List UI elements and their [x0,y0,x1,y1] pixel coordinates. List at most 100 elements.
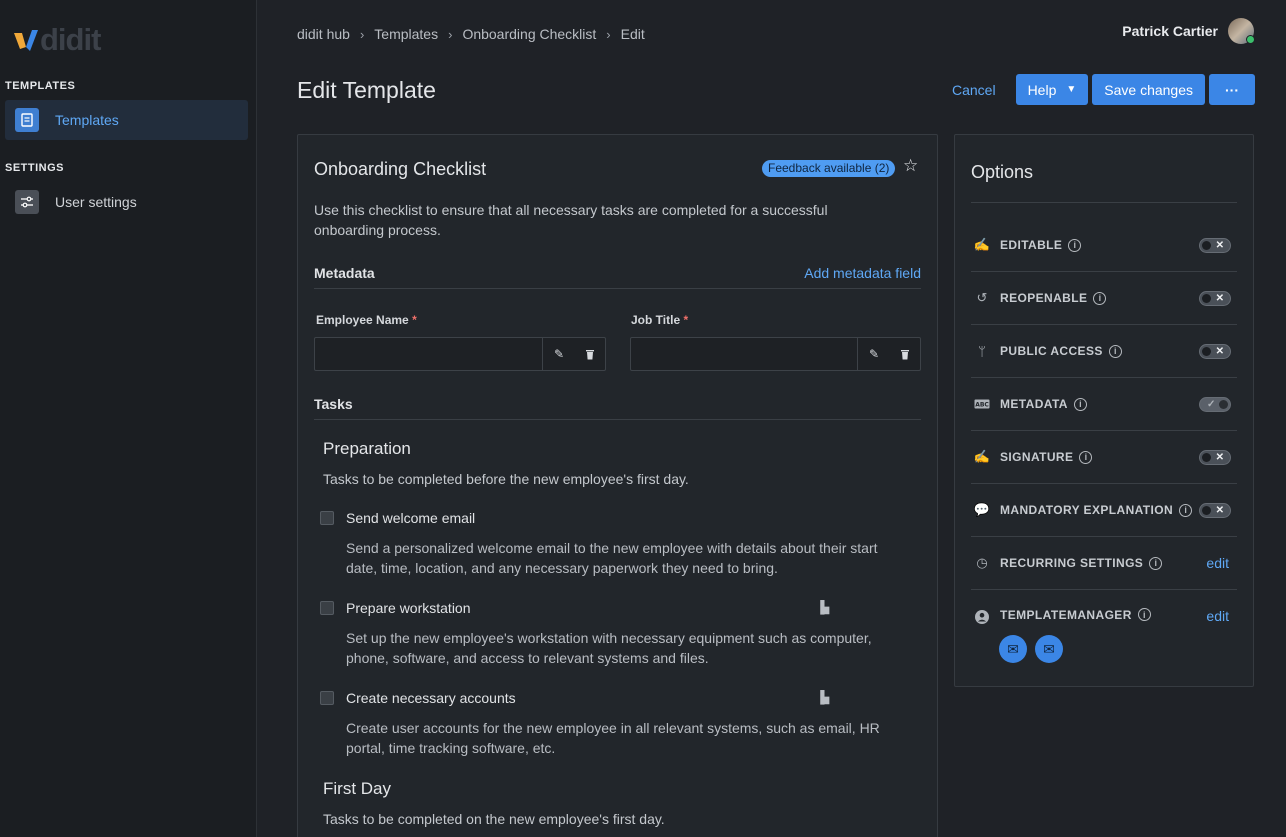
feedback-badge[interactable]: Feedback available (2) [762,160,896,177]
save-button[interactable]: Save changes [1092,74,1205,105]
task-group-title: Preparation [323,439,411,458]
option-mandatory-explanation: 💬 MANDATORY EXPLANATION i ✕ [971,484,1237,537]
task-item: Send welcome email Send a personalized w… [320,508,900,578]
sidebar-item-label: User settings [55,194,137,210]
task-checkbox[interactable] [320,511,334,525]
comment-icon: 💬 [973,502,991,517]
task-description: Create user accounts for the new employe… [346,720,880,756]
trash-icon[interactable] [575,338,605,370]
option-label: SIGNATURE [1000,450,1074,464]
info-icon[interactable]: i [1079,450,1093,464]
recurring-settings-edit-link[interactable]: edit [1206,555,1229,571]
more-button[interactable]: ··· [1209,74,1255,105]
signature-icon: ✍ [973,449,991,464]
field-label-text: Job Title [631,313,681,327]
templatemanager-edit-link[interactable]: edit [1206,608,1229,624]
employee-name-field: ✎ [314,337,606,371]
clock-icon: ◷ [976,555,988,570]
option-label: REOPENABLE [1000,291,1088,305]
task-name: Send welcome email [346,510,476,526]
task-group-description: Tasks to be completed on the new employe… [323,811,665,827]
template-title: Onboarding Checklist [314,159,487,179]
option-label: RECURRING SETTINGS [1000,556,1144,570]
breadcrumb-item[interactable]: Templates [374,26,438,42]
breadcrumb-item[interactable]: Onboarding Checklist [462,26,596,42]
metadata-heading: Metadata [314,265,375,281]
option-public-access: ᛘ PUBLIC ACCESS i ✕ [971,325,1237,378]
tasks-heading: Tasks [314,396,353,412]
pencil-icon[interactable]: ✎ [857,338,890,370]
signature-toggle[interactable]: ✕ [1199,449,1231,465]
avatar [1228,18,1255,44]
required-mark: * [683,313,689,327]
option-signature: ✍ SIGNATURE i ✕ [971,431,1237,484]
info-icon[interactable]: i [1179,503,1193,517]
field-label-text: Employee Name [316,313,409,327]
info-icon[interactable]: i [1149,556,1163,570]
task-group-description: Tasks to be completed before the new emp… [323,471,689,487]
job-title-field: ✎ [630,337,921,371]
option-recurring-settings: ◷ RECURRING SETTINGS i edit [971,537,1237,590]
breadcrumb-item[interactable]: didit hub [297,26,350,42]
chevron-right-icon: › [448,26,453,42]
info-icon[interactable]: i [1108,344,1122,358]
job-title-input[interactable] [631,338,857,370]
chevron-right-icon: › [606,26,611,42]
task-name: Create necessary accounts [346,690,516,706]
sidebar-section-templates: TEMPLATES [5,80,76,92]
info-icon[interactable]: i [1073,397,1087,411]
cancel-button[interactable]: Cancel [952,82,996,98]
public-access-toggle[interactable]: ✕ [1199,343,1231,359]
sidebar-item-templates[interactable]: Templates [5,100,248,140]
task-item: Create necessary accounts ▐▖ Create user… [320,688,900,758]
reopen-icon: ↺ [976,290,988,305]
info-icon[interactable]: i [1093,291,1107,305]
employee-name-input[interactable] [315,338,542,370]
breadcrumb-item-current: Edit [620,26,645,42]
abc-icon: ABC [973,395,991,413]
option-reopenable: ↺ REOPENABLE i ✕ [971,272,1237,325]
feedback-icon[interactable]: ▐▖ [816,690,834,704]
option-label: TEMPLATEMANAGER [1000,608,1132,622]
options-title: Options [971,162,1034,182]
breadcrumb: didit hub › Templates › Onboarding Check… [297,26,645,42]
task-item: Prepare workstation ▐▖ Set up the new em… [320,598,900,668]
sidebar-section-settings: SETTINGS [5,162,65,174]
task-checkbox[interactable] [320,601,334,615]
user-menu[interactable]: Patrick Cartier [1122,18,1255,44]
person-icon [973,608,991,626]
star-icon[interactable]: ☆ [903,156,918,176]
mail-icon[interactable]: ✉ [1035,635,1063,663]
manager-list: ✉ ✉ [999,635,1071,663]
option-label: PUBLIC ACCESS [1000,344,1103,358]
help-label: Help [1027,81,1057,98]
sidebar: didit TEMPLATES Templates SETTINGS User … [0,0,257,837]
option-editable: ✍ EDITABLE i ✕ [971,219,1237,272]
template-card: Onboarding Checklist Feedback available … [297,134,938,837]
pencil-icon[interactable]: ✎ [542,338,575,370]
document-icon [15,108,39,132]
trash-icon[interactable] [890,338,920,370]
help-button[interactable]: Help ▼ [1015,74,1089,105]
mail-icon[interactable]: ✉ [999,635,1027,663]
editable-toggle[interactable]: ✕ [1199,237,1231,253]
task-description: Set up the new employee's workstation wi… [346,630,872,666]
reopenable-toggle[interactable]: ✕ [1199,290,1231,306]
didit-logo-mark [14,30,38,51]
options-panel: Options ✍ EDITABLE i ✕ ↺ REOPENABLE i ✕ … [954,134,1254,687]
feedback-icon[interactable]: ▐▖ [816,600,834,614]
task-checkbox[interactable] [320,691,334,705]
sliders-icon [15,190,39,214]
task-group-title: First Day [323,779,391,798]
info-icon[interactable]: i [1068,238,1082,252]
didit-logo[interactable]: didit [12,22,101,58]
page-title: Edit Template [297,77,436,103]
divider [971,202,1237,203]
sidebar-item-user-settings[interactable]: User settings [5,182,248,222]
info-icon[interactable]: i [1137,608,1151,621]
option-label: METADATA [1000,397,1068,411]
add-metadata-field-link[interactable]: Add metadata field [804,265,921,281]
metadata-toggle[interactable]: ✓ [1199,396,1231,412]
mandatory-explanation-toggle[interactable]: ✕ [1199,502,1231,518]
template-description: Use this checklist to ensure that all ne… [314,202,828,238]
